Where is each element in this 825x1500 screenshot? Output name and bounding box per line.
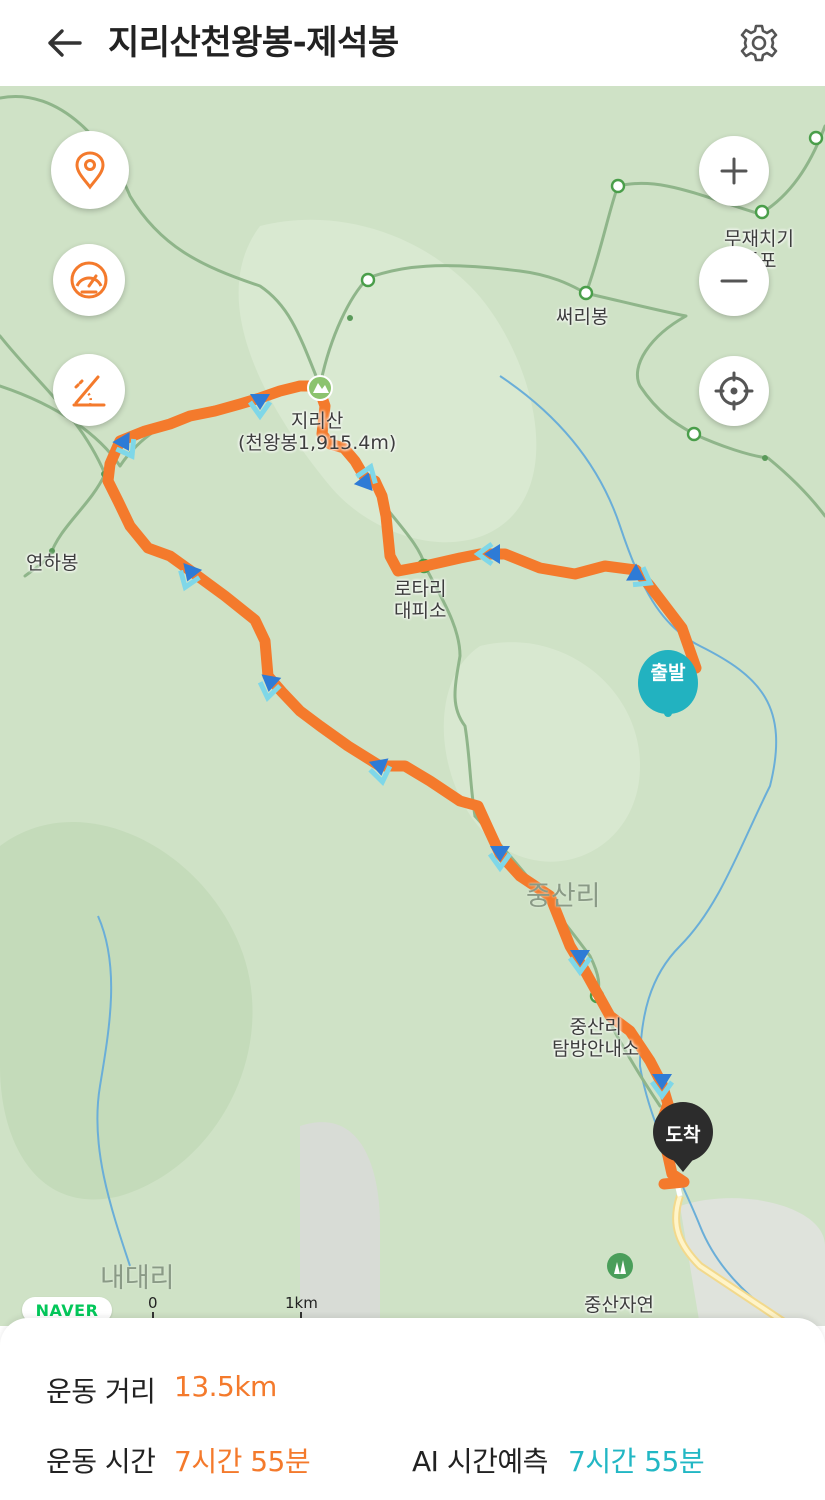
crosshair-icon bbox=[714, 371, 754, 411]
time-label: 운동 시간 bbox=[46, 1445, 156, 1478]
scale-start: 0 bbox=[148, 1294, 158, 1312]
map-label-peak: 지리산 (천왕봉1,915.4m) bbox=[238, 410, 397, 454]
map-view[interactable]: 지리산 (천왕봉1,915.4m) 연하봉 로타리 대피소 써리봉 무재치기 폭… bbox=[0, 86, 825, 1326]
map-label-yeonha: 연하봉 bbox=[26, 552, 79, 574]
page-title: 지리산천왕봉-제석봉 bbox=[108, 23, 399, 63]
map-label-rotary: 로타리 대피소 bbox=[394, 578, 447, 622]
settings-button[interactable] bbox=[730, 16, 788, 70]
scale-distance: 1km bbox=[285, 1294, 318, 1312]
plus-icon bbox=[720, 157, 748, 185]
zoom-out-button[interactable] bbox=[699, 246, 769, 316]
arrow-left-icon bbox=[48, 29, 82, 57]
minus-icon bbox=[720, 279, 748, 283]
map-label-naedae: 내대리 bbox=[100, 1263, 175, 1294]
map-label-forest: 중산자연 bbox=[584, 1294, 654, 1316]
speedometer-icon bbox=[70, 261, 108, 299]
forest-marker bbox=[607, 1253, 633, 1279]
location-button[interactable] bbox=[51, 131, 129, 209]
end-marker-label: 도착 bbox=[665, 1124, 701, 1146]
zoom-in-button[interactable] bbox=[699, 136, 769, 206]
recenter-button[interactable] bbox=[699, 356, 769, 426]
distance-value: 13.5km bbox=[174, 1370, 277, 1403]
app-header: 지리산천왕봉-제석봉 bbox=[0, 0, 825, 86]
elevation-slope-icon bbox=[72, 375, 106, 407]
ai-time-value: 7시간 55분 bbox=[568, 1445, 705, 1478]
start-marker-label: 출발 bbox=[650, 662, 686, 684]
map-label-jungsanri: 중산리 bbox=[526, 881, 601, 912]
map-label-info-center: 중산리 탐방안내소 bbox=[552, 1016, 640, 1060]
back-button[interactable] bbox=[36, 18, 92, 68]
gear-icon bbox=[740, 24, 778, 62]
time-value: 7시간 55분 bbox=[174, 1445, 311, 1478]
distance-label: 운동 거리 bbox=[46, 1375, 156, 1408]
ai-time-label: AI 시간예측 bbox=[412, 1445, 548, 1478]
stats-panel: 운동 거리 13.5km 운동 시간 7시간 55분 AI 시간예측 7시간 5… bbox=[0, 1318, 825, 1500]
map-pin-icon bbox=[75, 151, 105, 190]
speed-button[interactable] bbox=[53, 244, 125, 316]
peak-marker bbox=[307, 375, 333, 401]
map-label-sseori: 써리봉 bbox=[556, 306, 609, 328]
elevation-button[interactable] bbox=[53, 354, 125, 426]
